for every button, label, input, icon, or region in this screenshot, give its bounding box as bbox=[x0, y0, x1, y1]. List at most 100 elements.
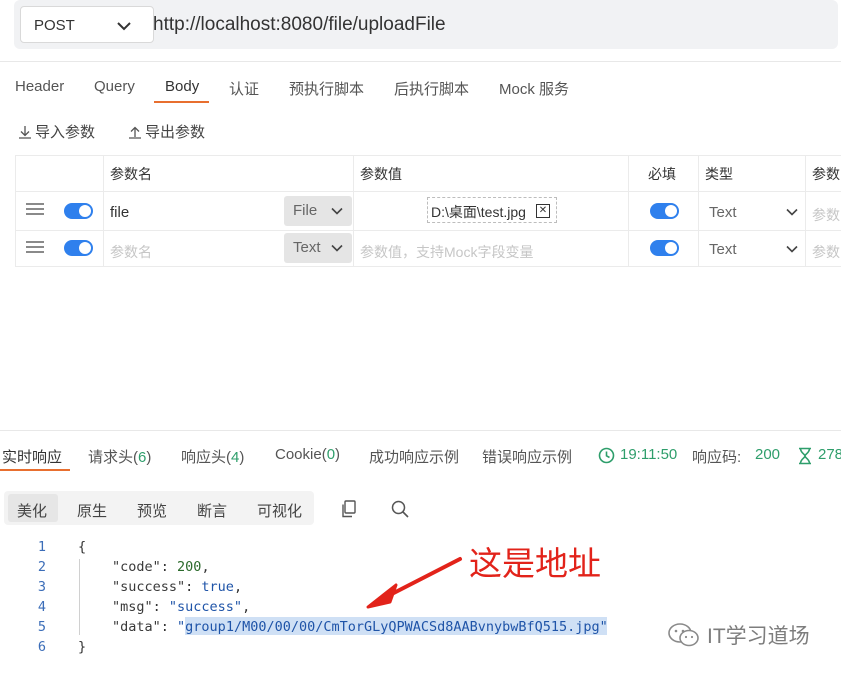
json-key: "data" bbox=[112, 619, 161, 635]
col-header-required: 必填 bbox=[648, 166, 676, 182]
method-label: POST bbox=[34, 17, 75, 34]
view-mode-pretty[interactable]: 美化 bbox=[17, 500, 47, 521]
code-line: } bbox=[78, 639, 87, 655]
tab-body[interactable]: Body bbox=[165, 78, 199, 95]
wechat-icon bbox=[668, 623, 699, 647]
watermark-text: IT学习道场 bbox=[707, 625, 810, 648]
table-row-divider bbox=[15, 230, 841, 231]
divider bbox=[0, 430, 841, 431]
tab-cookie[interactable]: Cookie(0) bbox=[275, 446, 340, 463]
clock-icon bbox=[598, 447, 615, 464]
param-extra[interactable]: 参数 bbox=[812, 242, 840, 262]
tab-post-script[interactable]: 后执行脚本 bbox=[394, 78, 469, 99]
tab-label: Cookie( bbox=[275, 446, 327, 463]
tab-realtime-response[interactable]: 实时响应 bbox=[2, 446, 62, 467]
response-time: 19:11:50 bbox=[620, 446, 678, 463]
param-value-input[interactable]: 参数值，支持Mock字段变量 bbox=[360, 242, 533, 262]
json-key: "success" bbox=[112, 579, 186, 595]
chevron-down-icon bbox=[331, 207, 343, 215]
tab-mock[interactable]: Mock 服务 bbox=[499, 78, 569, 99]
enable-toggle[interactable] bbox=[64, 203, 93, 219]
param-kind-select[interactable]: File bbox=[284, 196, 352, 226]
code-line: "data": "group1/M00/00/00/CmTorGLyQPWACS… bbox=[112, 619, 608, 635]
param-type[interactable]: Text bbox=[709, 241, 737, 258]
param-type[interactable]: Text bbox=[709, 204, 737, 221]
table-col-divider bbox=[353, 155, 354, 267]
table-row-divider bbox=[15, 266, 841, 267]
json-value: "success" bbox=[168, 599, 243, 615]
tab-query[interactable]: Query bbox=[94, 78, 135, 95]
tab-label: 请求头( bbox=[88, 449, 138, 466]
tab-request-headers[interactable]: 请求头(6) bbox=[88, 446, 151, 467]
active-tab-indicator bbox=[154, 101, 209, 103]
table-row-divider bbox=[15, 191, 841, 192]
export-params-button[interactable]: 导出参数 bbox=[127, 121, 205, 142]
remove-file-icon[interactable]: ✕ bbox=[536, 204, 550, 218]
table-col-divider bbox=[103, 155, 104, 267]
col-header-value: 参数值 bbox=[360, 166, 402, 182]
view-mode-assert[interactable]: 断言 bbox=[197, 500, 227, 521]
enable-toggle[interactable] bbox=[64, 240, 93, 256]
param-extra[interactable]: 参数 bbox=[812, 205, 840, 225]
line-number: 5 bbox=[37, 619, 46, 635]
chevron-down-icon[interactable] bbox=[785, 242, 799, 256]
watermark: IT学习道场 bbox=[667, 620, 810, 650]
json-key: "msg" bbox=[112, 599, 153, 615]
line-number: 2 bbox=[37, 559, 46, 575]
tab-error-example[interactable]: 错误响应示例 bbox=[482, 446, 572, 467]
annotation-arrow-icon bbox=[366, 557, 462, 609]
tab-auth[interactable]: 认证 bbox=[229, 78, 259, 99]
param-name-input[interactable]: 参数名 bbox=[110, 242, 152, 262]
code-line: "msg": "success", bbox=[112, 599, 251, 615]
param-name[interactable]: file bbox=[110, 204, 129, 221]
tab-header[interactable]: Header bbox=[15, 78, 64, 95]
search-icon[interactable] bbox=[391, 500, 409, 518]
file-chip[interactable]: D:\桌面\test.jpg ✕ bbox=[427, 197, 557, 223]
tab-response-headers[interactable]: 响应头(4) bbox=[181, 446, 244, 467]
active-tab-indicator bbox=[0, 469, 70, 471]
hourglass-icon bbox=[799, 447, 811, 465]
line-number: 4 bbox=[37, 599, 46, 615]
required-toggle[interactable] bbox=[650, 240, 679, 256]
import-params-button[interactable]: 导入参数 bbox=[17, 121, 95, 142]
duration: 278 bbox=[818, 446, 841, 463]
file-path: D:\桌面\test.jpg bbox=[431, 204, 526, 220]
code-line: "code": 200, bbox=[112, 559, 210, 575]
status-label: 响应码: bbox=[692, 449, 742, 466]
tab-label: 响应头( bbox=[181, 449, 231, 466]
view-mode-preview[interactable]: 预览 bbox=[137, 500, 167, 521]
copy-icon[interactable] bbox=[341, 500, 358, 518]
view-mode-visualize[interactable]: 可视化 bbox=[257, 500, 302, 521]
tab-pre-script[interactable]: 预执行脚本 bbox=[289, 78, 364, 99]
table-col-divider bbox=[628, 155, 629, 267]
col-header-type: 类型 bbox=[705, 166, 733, 182]
required-toggle[interactable] bbox=[650, 203, 679, 219]
method-select[interactable]: POST bbox=[20, 6, 154, 43]
view-mode-raw[interactable]: 原生 bbox=[77, 500, 107, 521]
col-header-name: 参数名 bbox=[110, 166, 152, 182]
indent-guide bbox=[79, 559, 80, 635]
url-input[interactable]: http://localhost:8080/file/uploadFile bbox=[153, 14, 446, 36]
json-value: true bbox=[201, 579, 234, 595]
line-number: 6 bbox=[37, 639, 46, 655]
paren: ) bbox=[335, 446, 341, 463]
table-col-divider bbox=[698, 155, 699, 267]
chevron-down-icon[interactable] bbox=[785, 205, 799, 219]
tab-success-example[interactable]: 成功响应示例 bbox=[369, 446, 459, 467]
drag-handle-icon[interactable] bbox=[26, 203, 44, 215]
code-line: { bbox=[78, 539, 87, 555]
param-kind-select[interactable]: Text bbox=[284, 233, 352, 263]
json-value: "group1/M00/00/00/CmTorGLyQPWACSd8AABvny… bbox=[177, 619, 608, 635]
paren: ) bbox=[146, 449, 152, 466]
line-number: 1 bbox=[37, 539, 46, 555]
paren: ) bbox=[239, 449, 245, 466]
export-params-label: 导出参数 bbox=[145, 124, 206, 141]
drag-handle-icon[interactable] bbox=[26, 241, 44, 253]
table-col-divider bbox=[805, 155, 806, 267]
param-kind-label: File bbox=[293, 202, 318, 219]
upload-icon bbox=[129, 126, 141, 139]
line-number: 3 bbox=[37, 579, 46, 595]
request-bar: POST http://localhost:8080/file/uploadFi… bbox=[14, 0, 838, 49]
code-line: "success": true, bbox=[112, 579, 243, 595]
divider bbox=[0, 61, 841, 62]
